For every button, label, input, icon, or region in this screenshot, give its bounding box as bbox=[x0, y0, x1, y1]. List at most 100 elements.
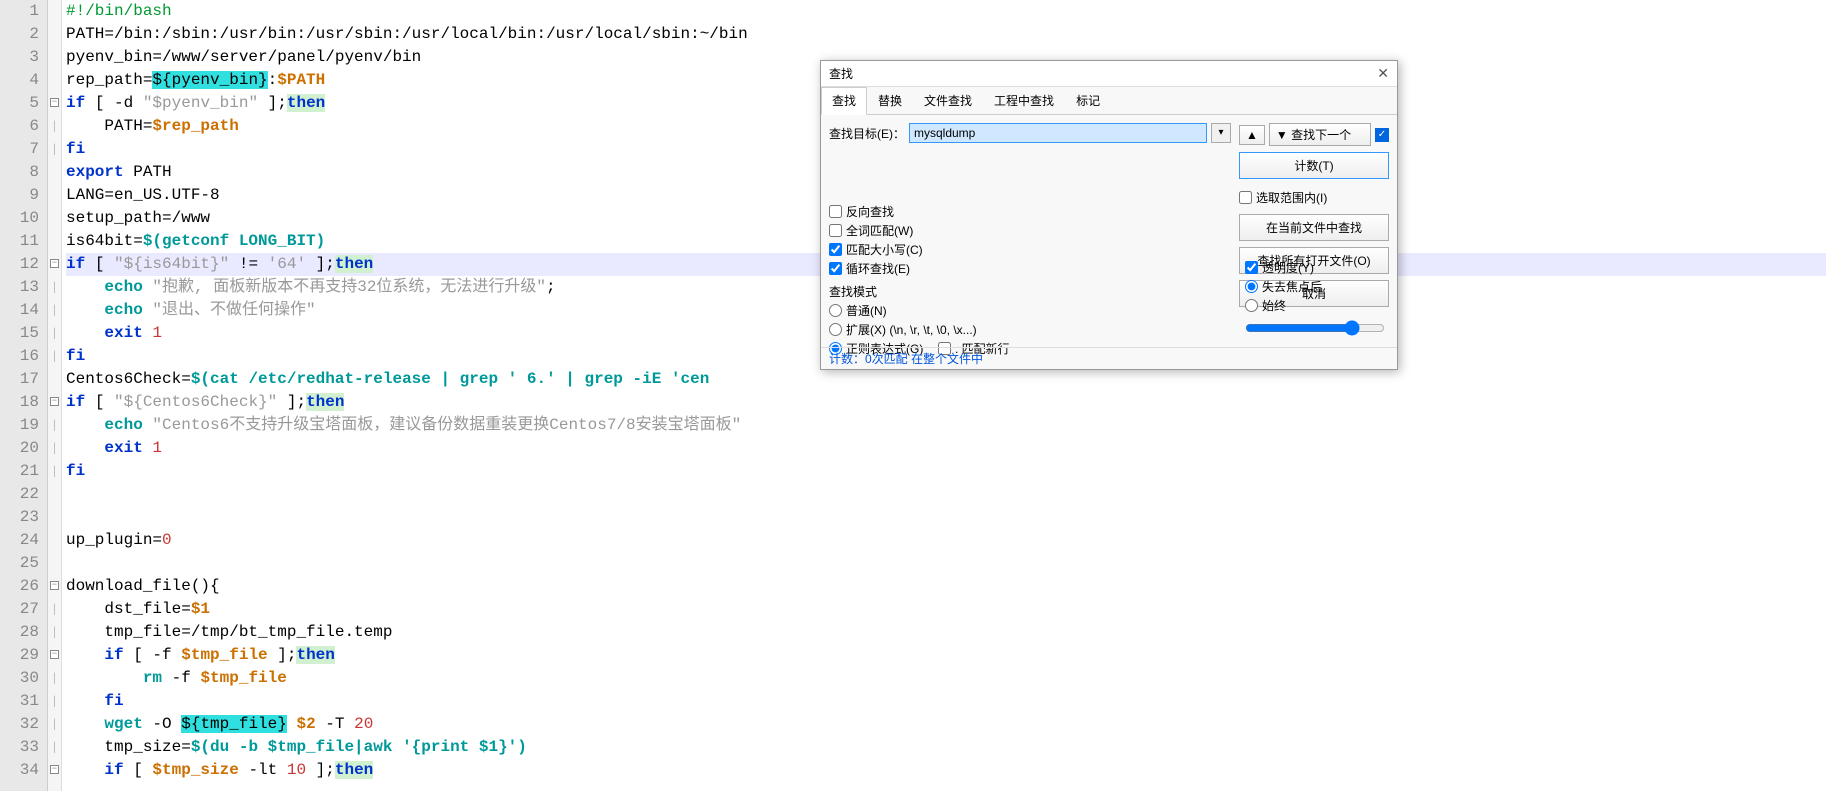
fold-marker: │ bbox=[48, 667, 61, 690]
code-line[interactable] bbox=[66, 552, 1826, 575]
scope-checkbox[interactable] bbox=[1239, 191, 1252, 204]
reverse-checkbox[interactable] bbox=[829, 205, 842, 218]
code-line[interactable]: exit 1 bbox=[66, 437, 1826, 460]
line-number: 33 bbox=[4, 736, 39, 759]
code-line[interactable]: download_file(){ bbox=[66, 575, 1826, 598]
line-number: 18 bbox=[4, 391, 39, 414]
fold-marker: │ bbox=[48, 138, 61, 161]
code-line[interactable] bbox=[66, 483, 1826, 506]
line-number: 22 bbox=[4, 483, 39, 506]
line-number: 32 bbox=[4, 713, 39, 736]
fold-marker[interactable]: − bbox=[48, 644, 61, 667]
fold-column[interactable]: −││−││││−│││−││−││││− bbox=[48, 0, 62, 791]
mode-extended-radio[interactable] bbox=[829, 323, 842, 336]
fold-marker bbox=[48, 483, 61, 506]
line-number: 10 bbox=[4, 207, 39, 230]
line-number: 17 bbox=[4, 368, 39, 391]
find-tab-3[interactable]: 工程中查找 bbox=[983, 87, 1065, 114]
match-case-check[interactable]: 匹配大小写(C) bbox=[829, 241, 1231, 258]
match-case-checkbox[interactable] bbox=[829, 243, 842, 256]
mode-normal[interactable]: 普通(N) bbox=[829, 302, 1231, 319]
line-number: 8 bbox=[4, 161, 39, 184]
fold-marker bbox=[48, 368, 61, 391]
fold-marker[interactable]: − bbox=[48, 759, 61, 782]
line-number: 21 bbox=[4, 460, 39, 483]
code-line[interactable]: rm -f $tmp_file bbox=[66, 667, 1826, 690]
code-line[interactable]: wget -O ${tmp_file} $2 -T 20 bbox=[66, 713, 1826, 736]
code-line[interactable]: tmp_file=/tmp/bt_tmp_file.temp bbox=[66, 621, 1826, 644]
search-mode-label: 查找模式 bbox=[829, 283, 1231, 300]
find-in-current-button[interactable]: 在当前文件中查找 bbox=[1239, 214, 1389, 241]
line-number: 31 bbox=[4, 690, 39, 713]
code-line[interactable]: PATH=/bin:/sbin:/usr/bin:/usr/sbin:/usr/… bbox=[66, 23, 1826, 46]
fold-marker bbox=[48, 23, 61, 46]
code-line[interactable]: up_plugin=0 bbox=[66, 529, 1826, 552]
fold-marker: │ bbox=[48, 690, 61, 713]
line-number: 15 bbox=[4, 322, 39, 345]
fold-marker bbox=[48, 0, 61, 23]
fold-marker: │ bbox=[48, 437, 61, 460]
line-number: 4 bbox=[4, 69, 39, 92]
fold-marker[interactable]: − bbox=[48, 92, 61, 115]
code-line[interactable]: if [ -f $tmp_file ];then bbox=[66, 644, 1826, 667]
wrap-checkbox[interactable] bbox=[829, 262, 842, 275]
code-line[interactable]: Centos6Check=$(cat /etc/redhat-release |… bbox=[66, 368, 1826, 391]
fold-marker: │ bbox=[48, 598, 61, 621]
line-number: 24 bbox=[4, 529, 39, 552]
code-line[interactable] bbox=[66, 506, 1826, 529]
find-left-panel: 查找目标(E)： ▾ 反向查找 全词匹配(W) 匹配大小写(C) 循环查找(E) bbox=[829, 123, 1231, 359]
transparency-check[interactable]: 透明度(Y) bbox=[1245, 259, 1385, 276]
find-dialog-titlebar: 查找 ✕ bbox=[821, 61, 1397, 87]
on-lose-radio[interactable] bbox=[1245, 280, 1258, 293]
line-number: 7 bbox=[4, 138, 39, 161]
transparency-checkbox[interactable] bbox=[1245, 261, 1258, 274]
code-line[interactable]: dst_file=$1 bbox=[66, 598, 1826, 621]
code-line[interactable]: if [ "${Centos6Check}" ];then bbox=[66, 391, 1826, 414]
code-line[interactable]: #!/bin/bash bbox=[66, 0, 1826, 23]
find-prev-button[interactable]: ▲ bbox=[1239, 125, 1265, 145]
code-line[interactable]: echo "Centos6不支持升级宝塔面板，建议备份数据重装更换Centos7… bbox=[66, 414, 1826, 437]
transparency-on-lose[interactable]: 失去焦点后 bbox=[1245, 278, 1385, 295]
combo-dropdown-icon[interactable]: ▾ bbox=[1211, 123, 1231, 143]
mode-normal-radio[interactable] bbox=[829, 304, 842, 317]
line-number: 16 bbox=[4, 345, 39, 368]
fold-marker[interactable]: − bbox=[48, 575, 61, 598]
line-number: 6 bbox=[4, 115, 39, 138]
find-next-toggle[interactable]: ✓ bbox=[1375, 128, 1389, 142]
code-line[interactable]: tmp_size=$(du -b $tmp_file|awk '{print $… bbox=[66, 736, 1826, 759]
find-tab-2[interactable]: 文件查找 bbox=[913, 87, 983, 114]
whole-word-checkbox[interactable] bbox=[829, 224, 842, 237]
code-line[interactable]: fi bbox=[66, 690, 1826, 713]
line-number: 25 bbox=[4, 552, 39, 575]
code-line[interactable]: if [ $tmp_size -lt 10 ];then bbox=[66, 759, 1826, 782]
find-target-row: 查找目标(E)： ▾ bbox=[829, 123, 1231, 143]
find-tab-1[interactable]: 替换 bbox=[867, 87, 913, 114]
wrap-check[interactable]: 循环查找(E) bbox=[829, 260, 1231, 277]
fold-marker bbox=[48, 230, 61, 253]
count-button[interactable]: 计数(T) bbox=[1239, 152, 1389, 179]
find-tab-4[interactable]: 标记 bbox=[1065, 87, 1111, 114]
always-radio[interactable] bbox=[1245, 299, 1258, 312]
line-number: 26 bbox=[4, 575, 39, 598]
fold-marker[interactable]: − bbox=[48, 391, 61, 414]
fold-marker[interactable]: − bbox=[48, 253, 61, 276]
reverse-search-check[interactable]: 反向查找 bbox=[829, 203, 1231, 220]
find-target-input[interactable] bbox=[909, 123, 1207, 143]
scope-check[interactable]: 选取范围内(I) bbox=[1239, 189, 1389, 206]
find-tab-0[interactable]: 查找 bbox=[821, 87, 867, 115]
line-number: 9 bbox=[4, 184, 39, 207]
find-dialog: 查找 ✕ 查找替换文件查找工程中查找标记 查找目标(E)： ▾ 反向查找 全词匹… bbox=[820, 60, 1398, 370]
find-next-button[interactable]: ▼ 查找下一个 bbox=[1269, 123, 1371, 146]
fold-marker: │ bbox=[48, 322, 61, 345]
code-line[interactable]: fi bbox=[66, 460, 1826, 483]
line-number: 19 bbox=[4, 414, 39, 437]
line-number: 23 bbox=[4, 506, 39, 529]
mode-extended[interactable]: 扩展(X) (\n, \r, \t, \0, \x...) bbox=[829, 321, 1231, 338]
transparency-always[interactable]: 始终 bbox=[1245, 297, 1385, 314]
close-icon[interactable]: ✕ bbox=[1377, 65, 1389, 82]
fold-marker: │ bbox=[48, 736, 61, 759]
find-status-bar: 计数：0次匹配 在整个文件中 bbox=[821, 347, 1397, 369]
fold-marker bbox=[48, 552, 61, 575]
transparency-slider[interactable] bbox=[1245, 320, 1385, 336]
whole-word-check[interactable]: 全词匹配(W) bbox=[829, 222, 1231, 239]
